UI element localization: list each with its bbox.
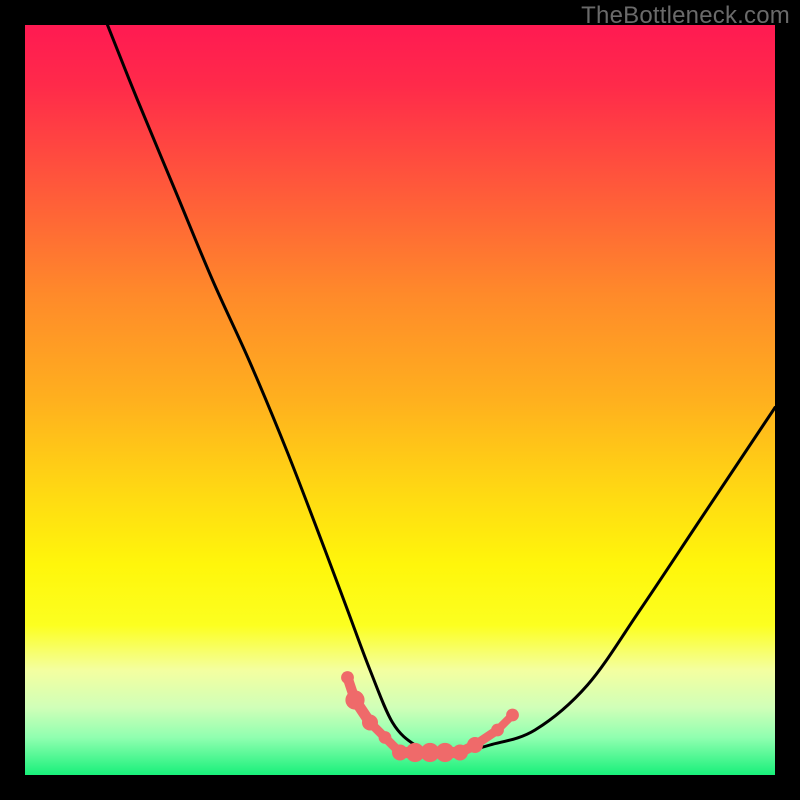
marker-dot [491, 724, 504, 737]
chart-plot-area [25, 25, 775, 775]
bottleneck-curve [108, 25, 776, 753]
marker-dot [435, 743, 454, 762]
marker-dot [341, 671, 354, 684]
marker-dot [362, 715, 378, 731]
marker-cluster [341, 671, 519, 762]
chart-frame: TheBottleneck.com [0, 0, 800, 800]
chart-svg [25, 25, 775, 775]
marker-dot [345, 690, 364, 709]
watermark-text: TheBottleneck.com [581, 2, 790, 30]
marker-dot [467, 737, 483, 753]
marker-dot [379, 731, 392, 744]
marker-dot [506, 709, 519, 722]
marker-dot [452, 745, 468, 761]
